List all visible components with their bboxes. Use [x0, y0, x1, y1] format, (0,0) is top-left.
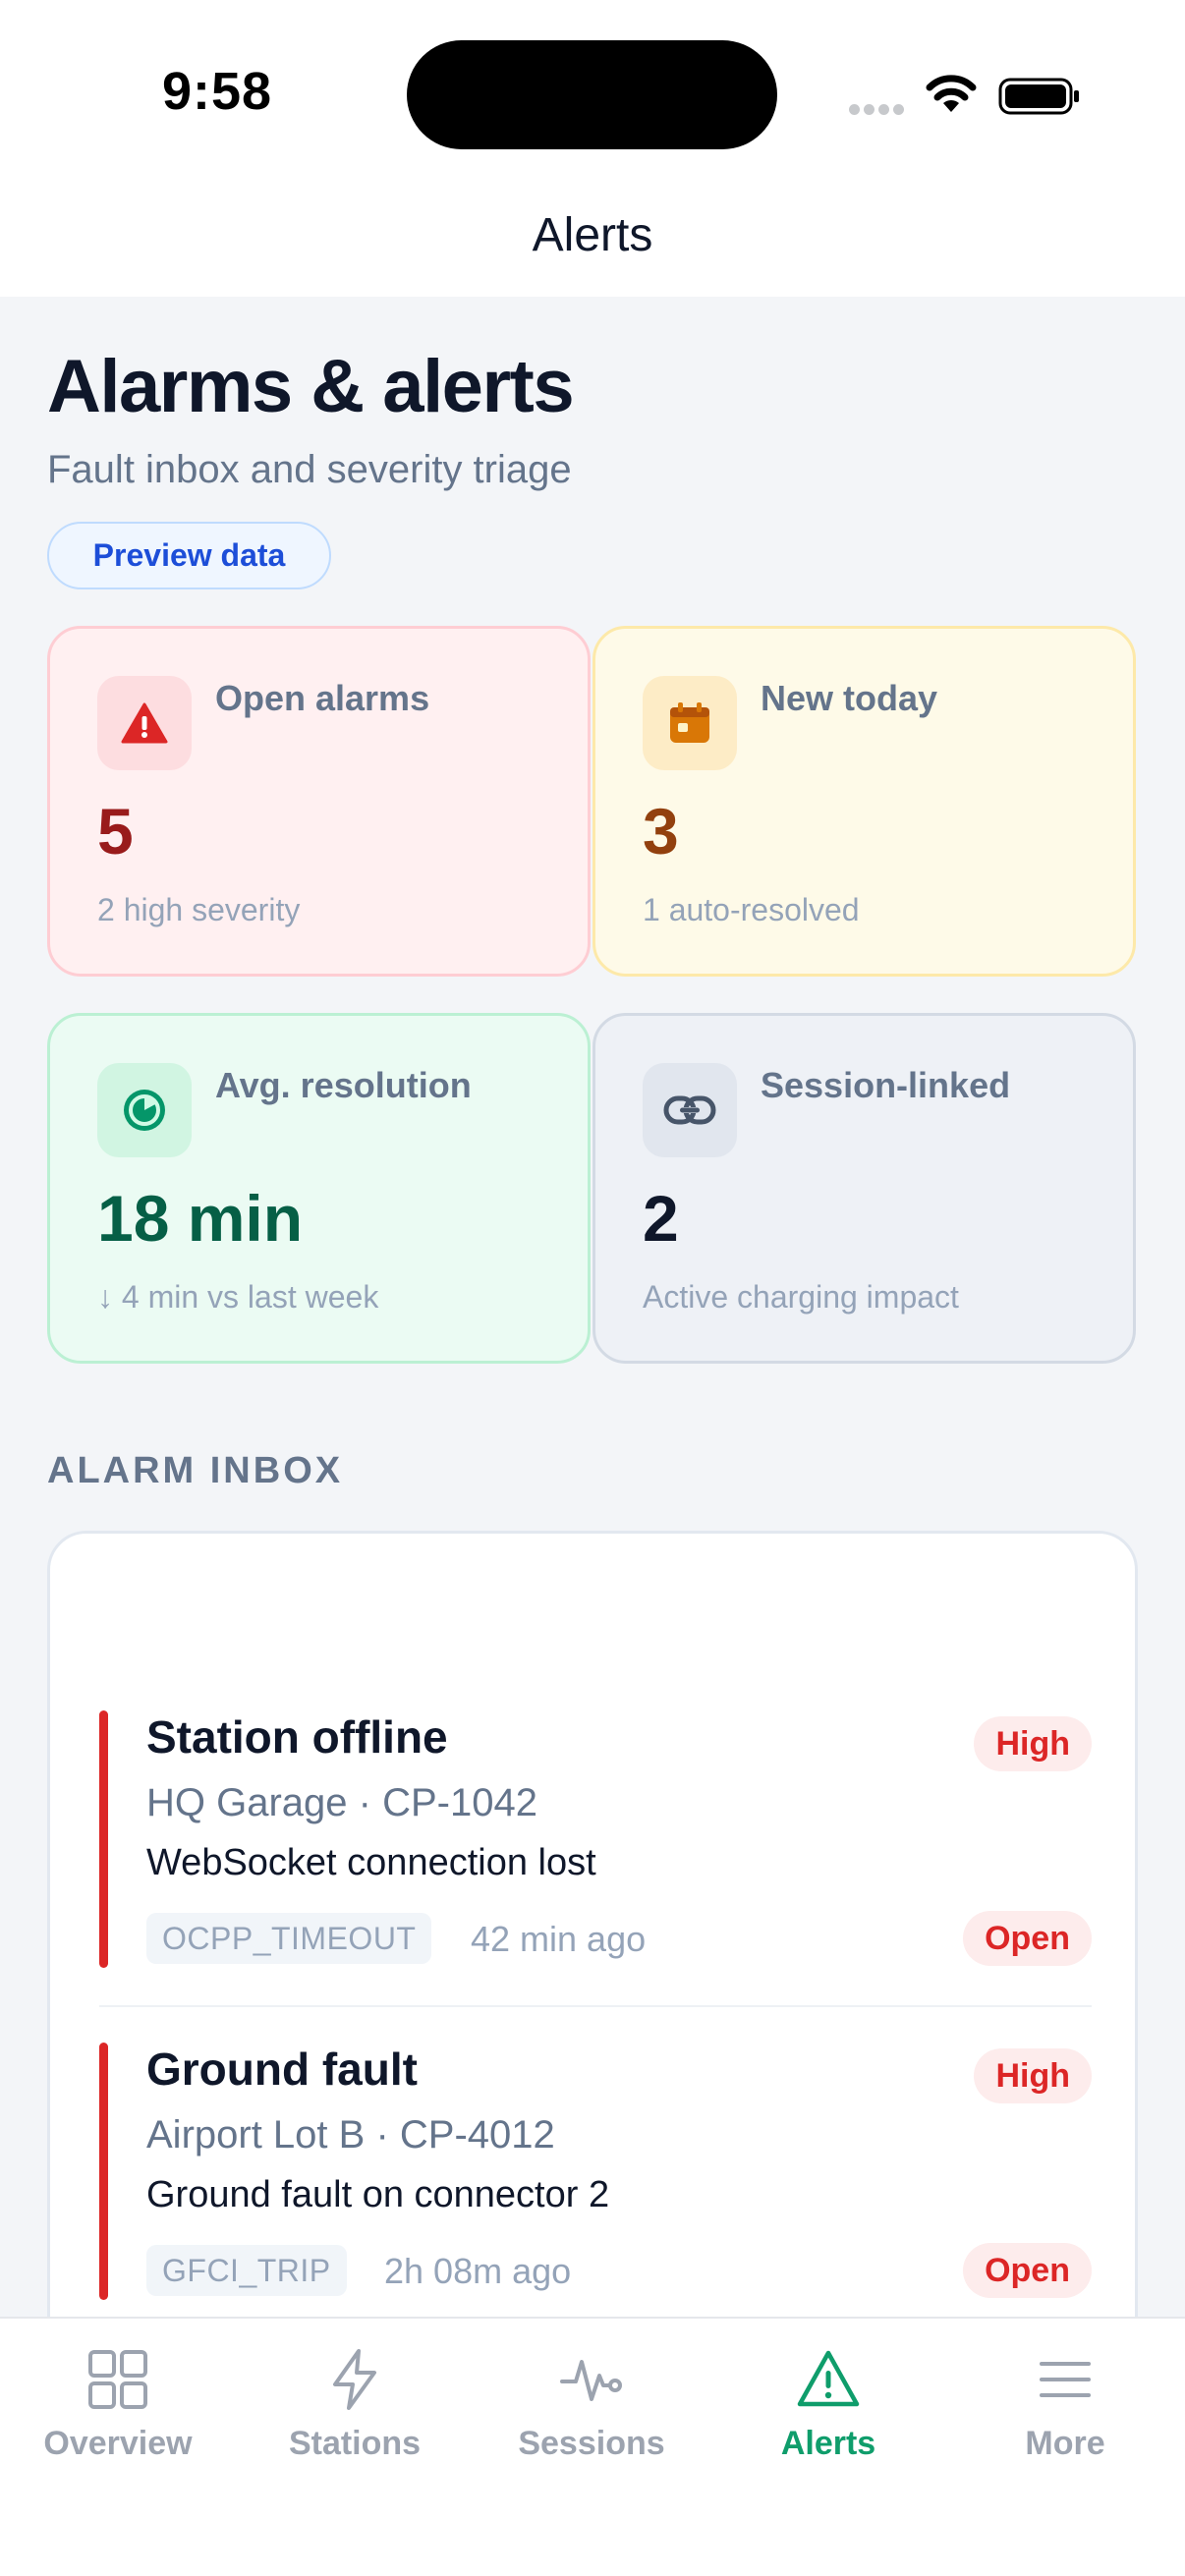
tab-more[interactable]: More [947, 2348, 1183, 2495]
tab-sessions[interactable]: Sessions [474, 2348, 709, 2495]
stat-note: 1 auto-resolved [643, 892, 860, 927]
section-title-alarm-inbox: ALARM INBOX [47, 1450, 344, 1491]
menu-icon [1040, 2362, 1091, 2397]
stat-value: 18 min [97, 1182, 304, 1255]
stat-value: 2 [643, 1182, 679, 1255]
severity-bar [99, 1710, 108, 1968]
stat-value: 3 [643, 795, 679, 868]
alert-triangle-icon [797, 2350, 860, 2407]
alarm-title: Ground fault [146, 2044, 418, 2095]
severity-badge: High [974, 1716, 1092, 1771]
tab-label: Overview [43, 2425, 193, 2462]
battery-icon [998, 78, 1079, 115]
tab-label: Sessions [518, 2425, 665, 2462]
stat-card-session-linked[interactable]: Session-linked 2 Active charging impact [592, 1013, 1136, 1364]
stat-note: Active charging impact [643, 1279, 959, 1315]
severity-bar [99, 2043, 108, 2300]
stat-note: 2 high severity [97, 892, 301, 927]
tab-stations[interactable]: Stations [237, 2348, 473, 2495]
alarm-location: Airport Lot B · CP-4012 [146, 2113, 555, 2156]
alarm-time: 42 min ago [471, 1919, 647, 1959]
stat-card-new-today[interactable]: New today 3 1 auto-resolved [592, 626, 1136, 977]
status-badge: Open [963, 2243, 1092, 2298]
dynamic-island [407, 40, 777, 149]
status-badge: Open [963, 1911, 1092, 1966]
stat-card-avg-resolution[interactable]: Avg. resolution 18 min ↓ 4 min vs last w… [47, 1013, 591, 1364]
stat-note: ↓ 4 min vs last week [97, 1279, 379, 1315]
warning-icon [97, 676, 192, 770]
status-time: 9:58 [162, 62, 273, 121]
tab-bar: Overview Stations Sessions Alerts More [0, 2317, 1185, 2576]
stat-label: Session-linked [761, 1065, 1011, 1105]
alarm-divider [99, 2005, 1092, 2007]
alarm-title: Station offline [146, 1711, 448, 1763]
alarm-time: 2h 08m ago [384, 2251, 572, 2291]
alarm-item-station-offline[interactable]: Station offline HQ Garage · CP-1042 WebS… [99, 1710, 1092, 1976]
timer-icon [97, 1063, 192, 1157]
preview-data-badge: Preview data [47, 522, 331, 589]
tab-alerts[interactable]: Alerts [710, 2348, 946, 2495]
tab-label: Alerts [780, 2425, 876, 2462]
wifi-icon [926, 75, 977, 112]
severity-badge: High [974, 2048, 1092, 2103]
alarm-description: Ground fault on connector 2 [146, 2174, 610, 2215]
stat-label: Open alarms [215, 678, 430, 718]
grid-icon [88, 2350, 147, 2409]
stat-label: Avg. resolution [215, 1065, 472, 1105]
pulse-icon [560, 2360, 622, 2401]
page-title: Alarms & alerts [47, 345, 575, 428]
page-subtitle: Fault inbox and severity triage [47, 448, 572, 491]
alarm-item-ground-fault[interactable]: Ground fault Airport Lot B · CP-4012 Gro… [99, 2043, 1092, 2308]
tab-label: More [1025, 2425, 1105, 2462]
stat-value: 5 [97, 795, 134, 868]
top-bar: 9:58 Alerts [0, 0, 1185, 297]
bolt-icon [333, 2349, 376, 2410]
alarm-location: HQ Garage · CP-1042 [146, 1781, 537, 1824]
alarm-description: WebSocket connection lost [146, 1842, 596, 1883]
tab-label: Stations [288, 2425, 422, 2462]
calendar-icon [643, 676, 737, 770]
tab-overview[interactable]: Overview [0, 2348, 236, 2495]
nav-title: Alerts [532, 209, 653, 261]
stat-card-open-alarms[interactable]: Open alarms 5 2 high severity [47, 626, 591, 977]
cellular-signal-icon [849, 102, 908, 116]
stat-label: New today [761, 678, 938, 718]
alarm-code-chip: OCPP_TIMEOUT [146, 1913, 432, 1964]
link-icon [643, 1063, 737, 1157]
alarm-code-chip: GFCI_TRIP [146, 2245, 347, 2296]
